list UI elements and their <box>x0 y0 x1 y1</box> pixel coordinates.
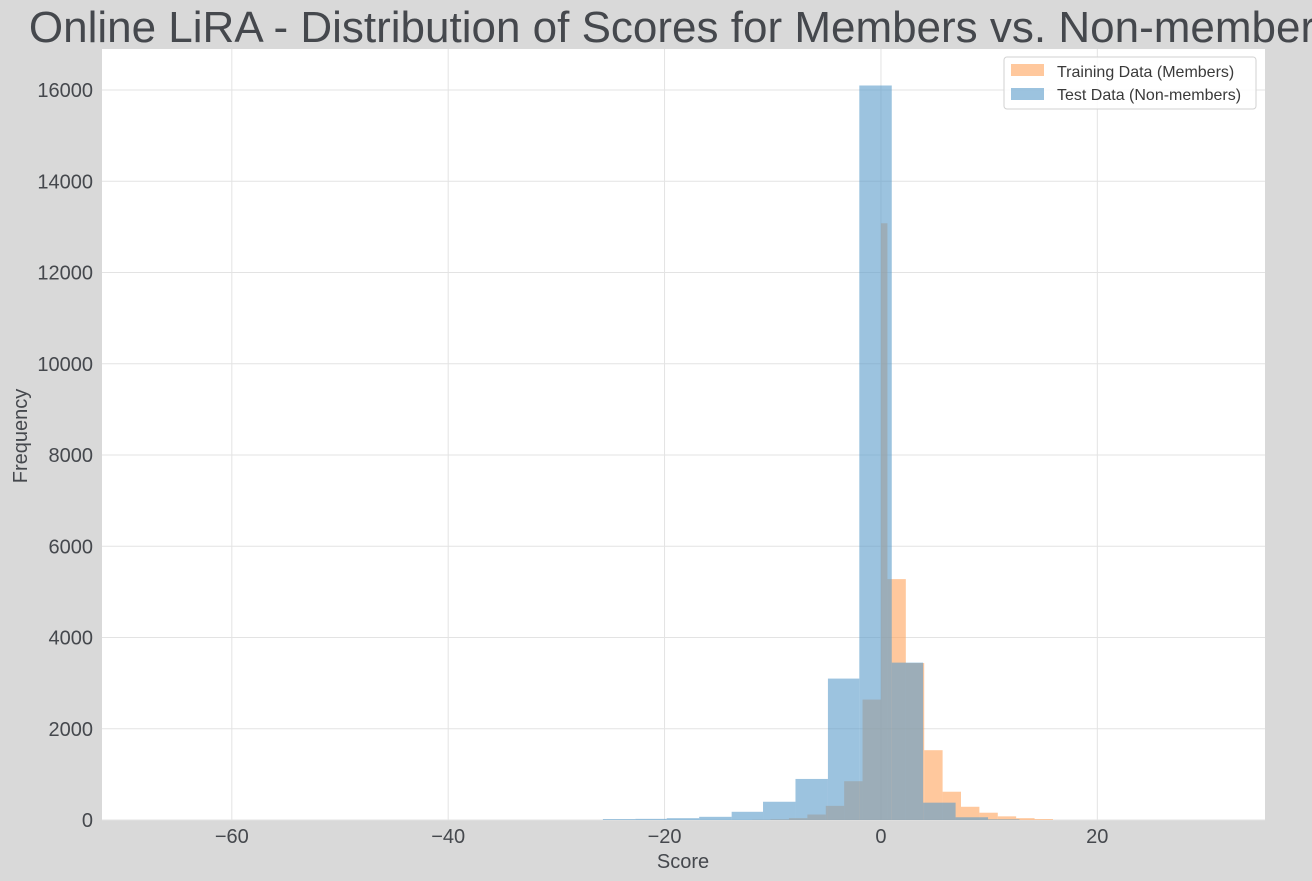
y-axis-label: Frequency <box>10 389 32 484</box>
y-tick-label: 10000 <box>37 354 93 376</box>
x-tick-label: −20 <box>648 826 682 848</box>
x-tick-label: −40 <box>431 826 465 848</box>
y-axis-ticks: 0 2000 4000 6000 8000 10000 12000 14000 16000 <box>37 80 93 832</box>
histogram-bar <box>1034 819 1053 820</box>
legend-label-non-members: Test Data (Non-members) <box>1057 87 1241 104</box>
histogram-bar <box>602 819 636 820</box>
histogram-bar <box>731 811 764 820</box>
histogram-bar <box>988 819 1020 820</box>
legend-swatch-non-members <box>1011 88 1044 100</box>
histogram-bar <box>859 85 892 820</box>
x-tick-label: 0 <box>875 826 886 848</box>
histogram-bar <box>923 802 956 820</box>
histogram-bar <box>955 817 989 820</box>
histogram-bar <box>699 816 732 820</box>
x-axis-ticks: −60 −40 −20 0 20 <box>215 826 1109 848</box>
x-tick-label: −60 <box>215 826 249 848</box>
chart-title: Online LiRA - Distribution of Scores for… <box>29 3 1312 52</box>
histogram-bar <box>827 678 860 820</box>
y-tick-label: 6000 <box>49 536 94 558</box>
x-axis-label: Score <box>657 851 709 873</box>
histogram-chart: −60 −40 −20 0 20 0 2000 4000 6000 8000 10000 12000… <box>10 3 1312 873</box>
histogram-bar <box>891 662 924 820</box>
y-tick-label: 16000 <box>37 80 93 102</box>
y-tick-label: 4000 <box>49 628 94 650</box>
y-tick-label: 14000 <box>37 171 93 193</box>
legend-label-members: Training Data (Members) <box>1057 64 1234 81</box>
y-tick-label: 8000 <box>49 445 94 467</box>
y-tick-label: 0 <box>82 810 93 832</box>
histogram-bar <box>635 818 667 820</box>
histogram-bar <box>763 801 796 820</box>
x-tick-label: 20 <box>1086 826 1108 848</box>
legend: Training Data (Members) Test Data (Non-m… <box>1003 56 1257 110</box>
histogram-bar <box>666 818 700 820</box>
y-tick-label: 2000 <box>49 719 94 741</box>
y-tick-label: 12000 <box>37 263 93 285</box>
legend-swatch-members <box>1011 64 1044 76</box>
plot-area <box>102 49 1265 820</box>
histogram-bar <box>795 778 828 820</box>
